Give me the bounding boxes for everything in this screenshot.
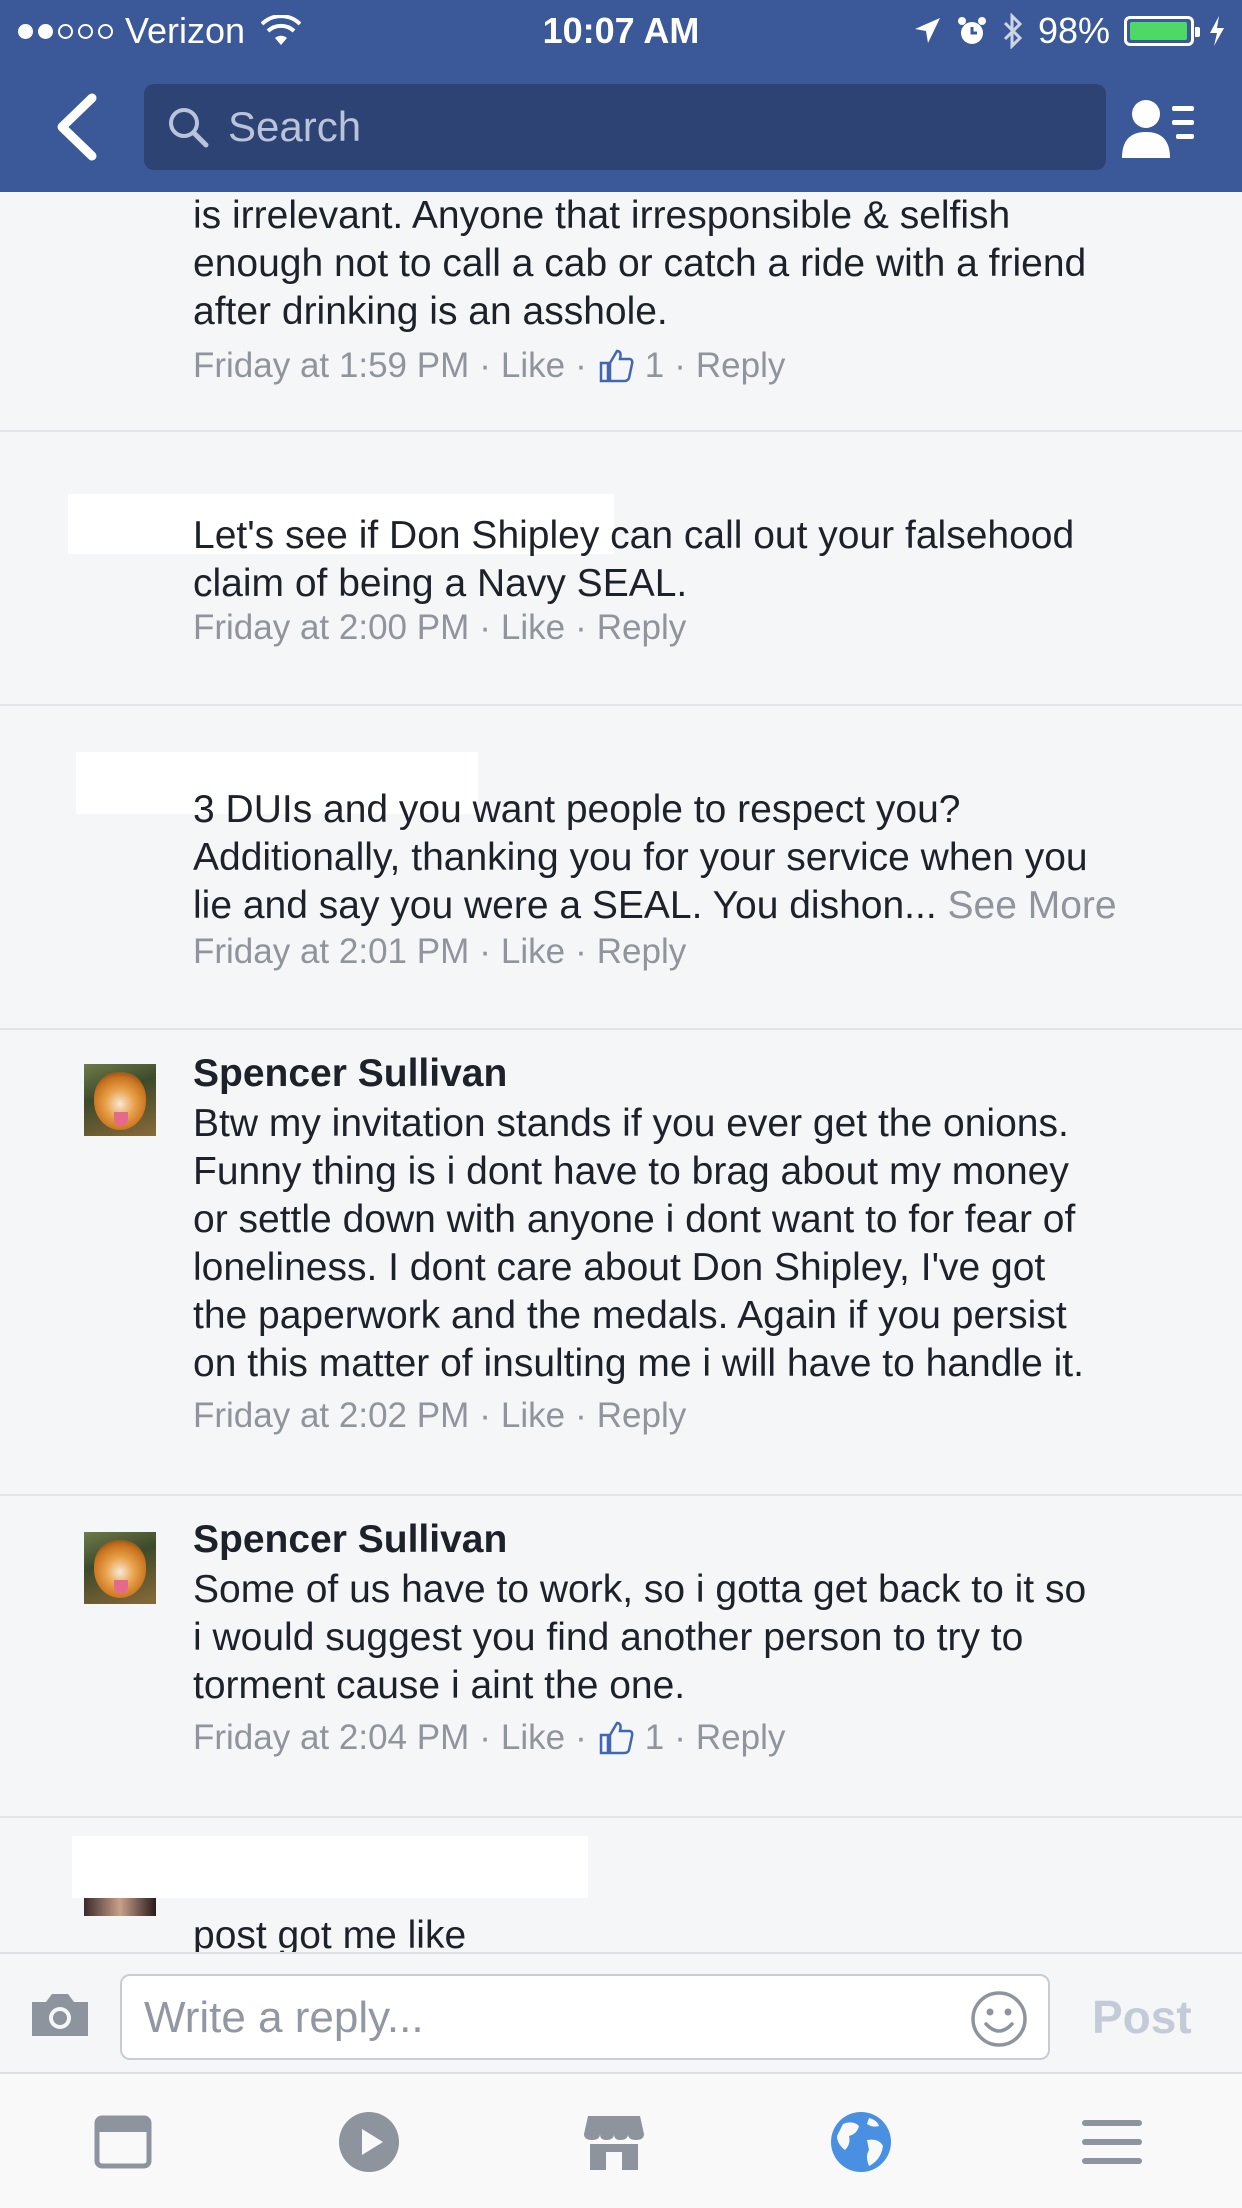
comment-timestamp: Friday at 2:04 PM [193, 1718, 470, 1757]
like-link[interactable]: Like [501, 932, 565, 972]
location-arrow-icon [914, 18, 940, 43]
tab-bar [0, 2074, 1242, 2208]
comment-author[interactable]: Spencer Sullivan [193, 1052, 507, 1096]
news-feed-tab-icon[interactable] [91, 2110, 155, 2174]
comment-body: post got me like [193, 1914, 467, 1952]
reply-link[interactable]: Reply [696, 1718, 785, 1758]
comment-body: Let's see if Don Shipley can call out yo… [193, 514, 1075, 605]
avatar[interactable] [84, 1532, 156, 1604]
search-bar[interactable] [144, 84, 1106, 170]
comment-item: 3 DUIs and you want people to respect yo… [0, 706, 1242, 1030]
reply-link[interactable]: Reply [696, 346, 785, 386]
search-input[interactable] [228, 103, 1048, 151]
comment-meta: Friday at 2:02 PM · Like · Reply [193, 1396, 687, 1436]
search-icon [169, 108, 209, 148]
like-link[interactable]: Like [501, 608, 565, 648]
menu-hamburger-icon[interactable] [1080, 2110, 1144, 2174]
battery-percent: 98% [1037, 10, 1110, 51]
comment-timestamp: Friday at 2:01 PM [193, 932, 470, 971]
globe-notifications-tab-icon[interactable] [829, 2110, 893, 2174]
comment-item: post got me like [0, 1818, 1242, 1952]
see-more-link[interactable]: See More [948, 884, 1117, 927]
comment-author[interactable]: Spencer Sullivan [193, 1518, 507, 1562]
reply-link[interactable]: Reply [597, 1396, 686, 1436]
status-bar: Verizon 10:07 AM 98% [0, 0, 1242, 62]
reply-link[interactable]: Reply [597, 608, 686, 648]
like-count: 1 [644, 1718, 665, 1757]
comment-body: 3 DUIs and you want people to respect yo… [193, 786, 1213, 930]
comment-body: is irrelevant. Anyone that irresponsible… [193, 194, 1087, 333]
comment-item: Spencer Sullivan Btw my invitation stand… [0, 1030, 1242, 1496]
reply-input-box[interactable] [120, 1974, 1050, 2060]
comment-item: Let's see if Don Shipley can call out yo… [0, 432, 1242, 706]
reply-link[interactable]: Reply [597, 932, 686, 972]
reply-input[interactable] [144, 1990, 944, 2046]
reply-composer: Post [0, 1952, 1242, 2074]
comment-meta: Friday at 2:04 PM · Like · 1 · Reply [193, 1718, 786, 1758]
comment-body: Btw my invitation stands if you ever get… [193, 1102, 1084, 1385]
avatar[interactable] [84, 1064, 156, 1136]
alarm-icon [957, 17, 986, 44]
comment-timestamp: Friday at 2:00 PM [193, 608, 470, 647]
comment-thread: is irrelevant. Anyone that irresponsible… [0, 192, 1242, 1952]
comment-meta: Friday at 2:00 PM · Like · Reply [193, 608, 687, 648]
battery-icon [1124, 16, 1200, 46]
like-link[interactable]: Like [501, 1396, 565, 1436]
emoji-icon[interactable] [970, 1990, 1028, 2048]
bluetooth-icon [1003, 13, 1023, 49]
back-chevron-icon[interactable] [52, 92, 102, 162]
thumbs-up-icon [599, 1721, 634, 1755]
comment-item: Spencer Sullivan Some of us have to work… [0, 1496, 1242, 1818]
like-link[interactable]: Like [501, 1718, 565, 1758]
comment-timestamp: Friday at 2:02 PM [193, 1396, 470, 1435]
friends-list-icon[interactable] [1120, 96, 1196, 160]
top-bar: Verizon 10:07 AM 98% [0, 0, 1242, 192]
status-right: 98% [912, 10, 1226, 52]
comment-meta: Friday at 2:01 PM · Like · Reply [193, 932, 687, 972]
camera-icon[interactable] [28, 1990, 92, 2040]
comment-item: is irrelevant. Anyone that irresponsible… [0, 192, 1242, 432]
redacted-name-block [72, 1836, 588, 1898]
like-link[interactable]: Like [501, 346, 565, 386]
comment-timestamp: Friday at 1:59 PM [193, 346, 470, 385]
marketplace-tab-icon[interactable] [582, 2110, 646, 2174]
thumbs-up-icon [599, 349, 634, 383]
post-button[interactable]: Post [1092, 1990, 1192, 2044]
charging-bolt-icon [1210, 16, 1224, 46]
video-tab-icon[interactable] [337, 2110, 401, 2174]
comment-meta: Friday at 1:59 PM · Like · 1 · Reply [193, 346, 786, 386]
like-count: 1 [644, 346, 665, 385]
comment-body: Some of us have to work, so i gotta get … [193, 1568, 1087, 1707]
